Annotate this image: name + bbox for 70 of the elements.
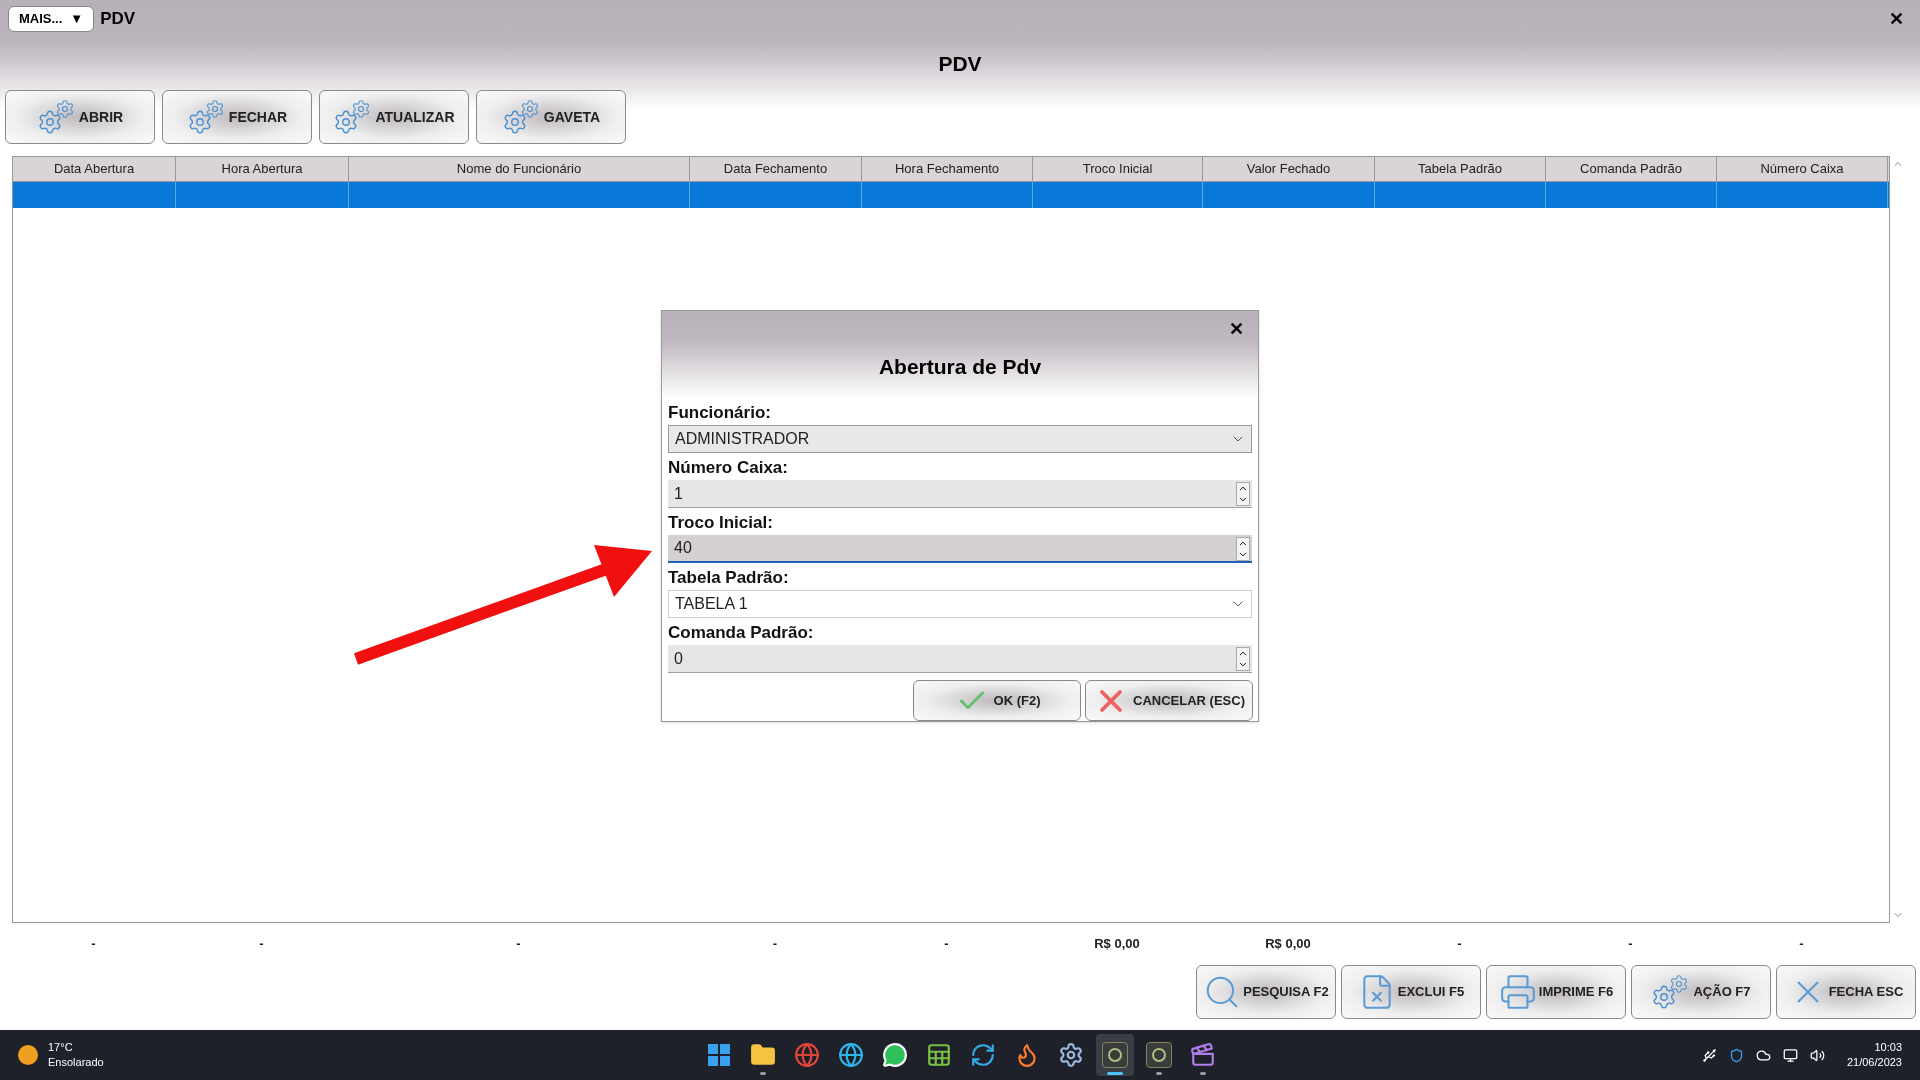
toolbar-button[interactable]: GAVETA [476,90,626,144]
video-editor-icon[interactable] [1190,1042,1216,1068]
printer-icon [1498,973,1537,1011]
dialog-button[interactable]: OK (F2) [913,680,1081,721]
column-header[interactable]: Data Fechamento [690,157,862,181]
column-header[interactable]: Data Abertura [13,157,176,181]
close-button[interactable]: ✕ [1881,5,1912,33]
total-value: - [90,935,97,954]
chat-icon[interactable] [882,1042,908,1068]
page-title: PDV [938,51,982,77]
sync-icon[interactable] [970,1042,996,1068]
column-header[interactable]: Comanda Padrão [1546,157,1717,181]
dropdown-field[interactable]: TABELA 1 [668,590,1252,618]
total-value: - [1798,935,1805,954]
total-value: - [1456,935,1463,954]
dialog-close-button[interactable]: ✕ [1229,319,1244,339]
menu-button[interactable]: MAIS... ▼ [8,6,95,32]
column-header[interactable]: Tabela Padrão [1375,157,1546,181]
column-header[interactable]: Nome do Funcionário [349,157,690,181]
field-label: Funcionário: [668,402,772,424]
number-field[interactable]: 1 [668,480,1252,508]
column-header[interactable]: Número Caixa [1717,157,1888,181]
total-value: - [771,935,779,954]
total-value: - [943,935,950,954]
field-label: Troco Inicial: [668,512,774,534]
weather-condition: Ensolarado [48,1055,104,1070]
dialog-button[interactable]: CANCELAR (ESC) [1085,680,1253,721]
spinner-icon[interactable] [1236,647,1250,671]
action-button[interactable]: FECHA ESC [1776,965,1916,1019]
usb-icon[interactable] [1701,1047,1717,1063]
spreadsheet-icon[interactable] [926,1042,952,1068]
number-field[interactable]: 40 [668,535,1252,563]
field-label: Tabela Padrão: [668,567,790,589]
column-header[interactable]: Hora Fechamento [862,157,1033,181]
sun-icon [18,1045,38,1065]
window-title: PDV [100,8,136,31]
network-icon[interactable] [1782,1047,1798,1063]
total-value: - [258,935,265,954]
total-value: - [515,935,522,954]
total-value: R$ 0,00 [1093,935,1141,954]
folder-icon[interactable] [750,1042,776,1068]
number-field[interactable]: 0 [668,645,1252,673]
weather-temperature: 17°C [48,1040,74,1055]
app-logo-icon[interactable] [1102,1042,1128,1068]
toolbar-button[interactable]: FECHAR [162,90,312,144]
app-logo-icon[interactable] [1146,1042,1172,1068]
action-button[interactable]: PESQUISA F2 [1196,965,1336,1019]
field-label: Número Caixa: [668,457,789,479]
toolbar-button[interactable]: ATUALIZAR [319,90,469,144]
toolbar-button[interactable]: ABRIR [5,90,155,144]
spinner-icon[interactable] [1236,482,1250,506]
total-value: - [1627,935,1634,954]
spinner-icon[interactable] [1236,537,1250,561]
cloud-icon[interactable] [1755,1047,1771,1063]
column-header[interactable]: Hora Abertura [176,157,349,181]
volume-icon[interactable] [1809,1047,1825,1063]
dialog-title: Abertura de Pdv [878,354,1042,380]
shield-icon[interactable] [1728,1047,1744,1063]
field-label: Comanda Padrão: [668,622,815,644]
action-button[interactable]: IMPRIME F6 [1486,965,1626,1019]
total-value: R$ 0,00 [1264,935,1312,954]
column-header[interactable]: Troco Inicial [1033,157,1203,181]
column-header[interactable]: Valor Fechado [1203,157,1375,181]
clock-time[interactable]: 10:03 [1874,1040,1902,1055]
windows-start-icon[interactable] [708,1044,730,1066]
action-button[interactable]: AÇÃO F7 [1631,965,1771,1019]
clock-date[interactable]: 21/06/2023 [1846,1055,1902,1070]
dropdown-field[interactable]: ADMINISTRADOR [668,425,1252,453]
action-button[interactable]: EXCLUI F5 [1341,965,1481,1019]
settings-icon[interactable] [1058,1042,1084,1068]
